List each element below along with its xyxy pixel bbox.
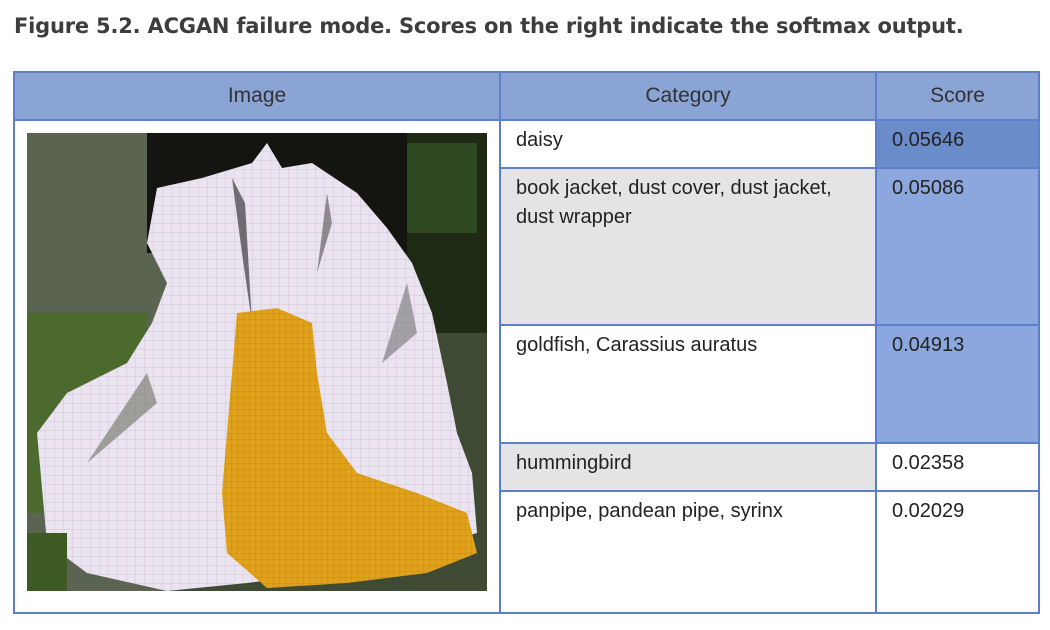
figure-caption: Figure 5.2. ACGAN failure mode. Scores o…: [14, 14, 964, 38]
score-cell-panpipe: 0.02029: [875, 490, 1040, 614]
generated-flower-image: [27, 133, 487, 591]
score-cell-book-jacket: 0.05086: [875, 167, 1040, 326]
header-image: Image: [13, 71, 501, 121]
category-cell-daisy: daisy: [499, 119, 877, 169]
header-score: Score: [875, 71, 1040, 121]
category-cell-book-jacket: book jacket, dust cover, dust jacket, du…: [499, 167, 877, 326]
header-category: Category: [499, 71, 877, 121]
score-cell-goldfish: 0.04913: [875, 324, 1040, 444]
score-cell-daisy: 0.05646: [875, 119, 1040, 169]
score-cell-hummingbird: 0.02358: [875, 442, 1040, 492]
category-cell-hummingbird: hummingbird: [499, 442, 877, 492]
image-cell: [13, 119, 501, 614]
category-cell-goldfish: goldfish, Carassius auratus: [499, 324, 877, 444]
category-cell-panpipe: panpipe, pandean pipe, syrinx: [499, 490, 877, 614]
results-table: Image Category Score daisy 0.05646 book …: [13, 71, 1040, 614]
